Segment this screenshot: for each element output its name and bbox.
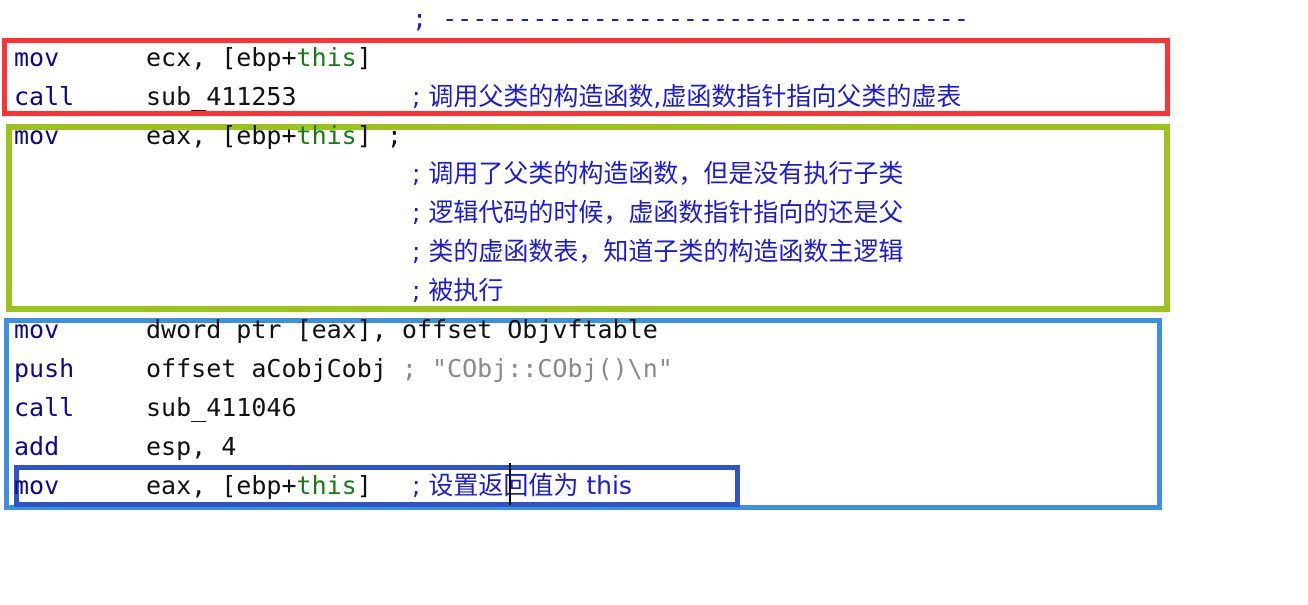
text-caret bbox=[509, 463, 511, 505]
comment: ; 设置返回值为 this bbox=[412, 469, 632, 503]
mnemonic: add bbox=[14, 432, 60, 461]
operand: esp, 4 bbox=[146, 432, 237, 461]
separator-comment: ; ----------------------------------- bbox=[412, 4, 969, 33]
mnemonic: mov bbox=[14, 121, 60, 150]
comment-line-3: ; 类的虚函数表，知道子类的构造函数主逻辑 bbox=[0, 235, 1308, 269]
this-keyword: this bbox=[296, 471, 357, 500]
operand-prefix: eax, [ebp+ bbox=[146, 471, 297, 500]
asm-line-call-411253[interactable]: call sub_411253 ; 调用父类的构造函数,虚函数指针指向父类的虚表 bbox=[0, 80, 1308, 114]
mnemonic: mov bbox=[14, 315, 60, 344]
comment: ; 调用了父类的构造函数，但是没有执行子类 bbox=[412, 159, 904, 188]
operand: eax, [ebp+this] bbox=[146, 469, 372, 503]
operand-text: offset aCobjCobj bbox=[146, 354, 387, 383]
comment-pre: ; 设置 bbox=[412, 471, 479, 500]
comment: ; 调用父类的构造函数,虚函数指针指向父类的虚表 bbox=[412, 82, 962, 111]
operand: ecx, [ebp+this] bbox=[146, 41, 372, 75]
asm-line-mov-ecx[interactable]: mov ecx, [ebp+this] bbox=[0, 41, 1308, 75]
comment-line-4: ; 被执行 bbox=[0, 274, 1308, 308]
asm-line-call-411046[interactable]: call sub_411046 bbox=[0, 391, 1308, 425]
operand: offset aCobjCobj ; "CObj::CObj()\n" bbox=[146, 352, 673, 386]
string-comment: ; "CObj::CObj()\n" bbox=[401, 354, 673, 383]
comment: ; 类的虚函数表，知道子类的构造函数主逻辑 bbox=[412, 237, 904, 266]
operand-suffix: ] bbox=[356, 471, 372, 500]
asm-line-mov-eax-this[interactable]: mov eax, [ebp+this] ; bbox=[0, 119, 1308, 153]
asm-line-mov-eax-return[interactable]: mov eax, [ebp+this] ; 设置返回值为 this bbox=[0, 469, 1308, 503]
comment: ; 逻辑代码的时候，虚函数指针指向的还是父 bbox=[412, 198, 904, 227]
separator-line: ; ----------------------------------- bbox=[0, 2, 1308, 36]
asm-line-push-string[interactable]: push offset aCobjCobj ; "CObj::CObj()\n" bbox=[0, 352, 1308, 386]
mnemonic: mov bbox=[14, 43, 60, 72]
operand: sub_411046 bbox=[146, 393, 297, 422]
mnemonic: call bbox=[14, 82, 75, 111]
comment-post: 返回值为 this bbox=[478, 471, 632, 500]
this-keyword: this bbox=[296, 43, 357, 72]
operand: eax, [ebp+this] ; bbox=[146, 119, 402, 153]
operand-suffix: ] ; bbox=[356, 121, 402, 150]
mnemonic: call bbox=[14, 393, 75, 422]
operand: dword ptr [eax], offset Objvftable bbox=[146, 315, 658, 344]
operand-prefix: eax, [ebp+ bbox=[146, 121, 297, 150]
operand: sub_411253 bbox=[146, 82, 297, 111]
comment-line-2: ; 逻辑代码的时候，虚函数指针指向的还是父 bbox=[0, 196, 1308, 230]
comment-line-1: ; 调用了父类的构造函数，但是没有执行子类 bbox=[0, 157, 1308, 191]
mnemonic: mov bbox=[14, 471, 60, 500]
mnemonic: push bbox=[14, 354, 75, 383]
this-keyword: this bbox=[296, 121, 357, 150]
asm-line-add-esp[interactable]: add esp, 4 bbox=[0, 430, 1308, 464]
operand-prefix: ecx, [ebp+ bbox=[146, 43, 297, 72]
asm-line-mov-vftable[interactable]: mov dword ptr [eax], offset Objvftable bbox=[0, 313, 1308, 347]
operand-suffix: ] bbox=[356, 43, 372, 72]
comment: ; 被执行 bbox=[412, 276, 504, 305]
